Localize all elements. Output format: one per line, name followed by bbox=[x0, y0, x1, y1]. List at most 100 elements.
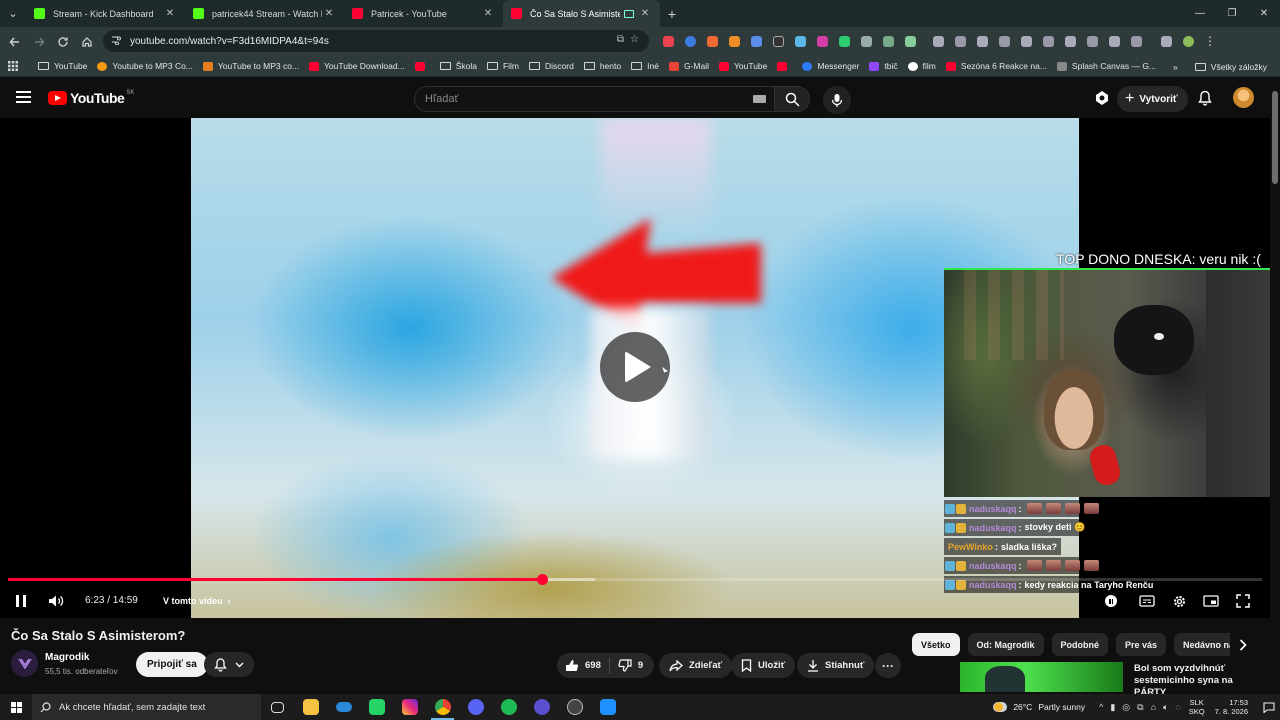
notification-center-icon[interactable] bbox=[1258, 701, 1280, 713]
tray-app-icon[interactable]: ⧉ bbox=[1137, 702, 1143, 713]
bookmark-item[interactable]: Youtube to MP3 Co... bbox=[92, 61, 198, 71]
tab-kick-stream[interactable]: patricek44 Stream - Watch Live ✕ bbox=[185, 0, 344, 27]
close-icon[interactable]: ✕ bbox=[481, 8, 495, 19]
clock[interactable]: 17:53 7. 8. 2026 bbox=[1215, 698, 1248, 716]
search-button[interactable] bbox=[774, 86, 810, 112]
account-avatar[interactable] bbox=[1233, 87, 1254, 108]
profile-avatar-icon[interactable] bbox=[1178, 30, 1198, 52]
close-icon[interactable]: ✕ bbox=[163, 8, 177, 19]
extension-icon[interactable] bbox=[878, 30, 898, 52]
bookmark-item[interactable]: YouTube to MP3 co... bbox=[198, 61, 304, 71]
tab-patricek-youtube[interactable]: Patricek - YouTube ✕ bbox=[344, 0, 503, 27]
big-play-button[interactable] bbox=[600, 332, 670, 402]
chrome-menu-icon[interactable]: ⋮ bbox=[1200, 30, 1220, 52]
reading-list-icon[interactable] bbox=[1156, 30, 1176, 52]
bookmark-folder-discord[interactable]: Discord bbox=[524, 61, 579, 71]
tray-app-icon[interactable]: ◎ bbox=[1122, 702, 1130, 713]
app-purple-icon[interactable] bbox=[525, 694, 558, 720]
bookmark-folder-film[interactable]: Film bbox=[482, 61, 524, 71]
autoplay-toggle[interactable] bbox=[1101, 590, 1121, 612]
bookmark-item[interactable]: film bbox=[903, 61, 941, 71]
bookmark-folder-ine[interactable]: Iné bbox=[626, 61, 664, 71]
chrome-icon[interactable] bbox=[426, 694, 459, 720]
menu-icon[interactable] bbox=[16, 91, 31, 103]
discord-icon[interactable] bbox=[459, 694, 492, 720]
location-icon[interactable] bbox=[1060, 30, 1080, 52]
chapter-button[interactable]: V tomto videu › bbox=[155, 590, 239, 612]
site-info-icon[interactable] bbox=[111, 32, 122, 50]
settings-button[interactable]: HD bbox=[1169, 590, 1189, 612]
bookmark-star-icon[interactable]: ☆ bbox=[630, 34, 639, 45]
task-view-icon[interactable] bbox=[261, 694, 294, 720]
new-tab-button[interactable]: + bbox=[660, 6, 684, 22]
spotify-icon[interactable] bbox=[492, 694, 525, 720]
chips-next-button[interactable] bbox=[1234, 636, 1252, 654]
extension-icon[interactable] bbox=[680, 30, 700, 52]
reload-icon[interactable] bbox=[51, 30, 75, 54]
theater-mode-button[interactable] bbox=[1201, 590, 1221, 612]
extensions-puzzle-icon[interactable] bbox=[900, 30, 920, 52]
minimize-icon[interactable]: — bbox=[1184, 0, 1216, 27]
close-window-icon[interactable]: ✕ bbox=[1248, 0, 1280, 27]
bookmark-item[interactable] bbox=[772, 61, 797, 71]
screenshot-icon[interactable] bbox=[994, 30, 1014, 52]
tray-app-icon[interactable]: ◌ bbox=[1175, 702, 1180, 713]
install-icon[interactable]: ⧉ bbox=[617, 34, 624, 45]
bookmark-folder-skola[interactable]: Škola bbox=[435, 61, 482, 71]
tray-app-icon[interactable]: ▮ bbox=[1110, 702, 1115, 713]
whatsapp-icon[interactable] bbox=[360, 694, 393, 720]
weather-widget[interactable]: 26°C Partly sunny bbox=[993, 702, 1085, 712]
taskbar-search[interactable]: Ak chcete hľadať, sem zadajte text bbox=[32, 694, 261, 720]
video-player[interactable]: TOP DONO DNESKA: veru nik :( naduskaqq :… bbox=[0, 118, 1270, 618]
bookmark-item[interactable]: YouTube bbox=[714, 61, 772, 71]
download-icon[interactable] bbox=[1038, 30, 1058, 52]
extension-icon[interactable] bbox=[724, 30, 744, 52]
all-bookmarks-button[interactable]: Všetky záložky bbox=[1190, 62, 1272, 72]
chip-recently-uploaded[interactable]: Nedávno nahraté bbox=[1174, 633, 1230, 656]
download-button[interactable]: Stiahnuť bbox=[797, 653, 875, 678]
join-button[interactable]: Pripojiť sa bbox=[136, 652, 208, 677]
chip-related[interactable]: Podobné bbox=[1051, 633, 1109, 656]
extension-icon[interactable] bbox=[768, 30, 788, 52]
extension-icon[interactable] bbox=[1016, 30, 1036, 52]
page-scrollbar[interactable] bbox=[1270, 77, 1280, 694]
bookmark-item[interactable]: Messenger bbox=[797, 61, 864, 71]
instagram-icon[interactable] bbox=[393, 694, 426, 720]
start-button[interactable] bbox=[0, 694, 32, 720]
save-button[interactable]: Uložiť bbox=[731, 653, 796, 678]
recommended-video-thumbnail[interactable] bbox=[960, 662, 1123, 692]
chip-all[interactable]: Všetko bbox=[912, 633, 960, 656]
chip-for-you[interactable]: Pre vás bbox=[1116, 633, 1167, 656]
translate-icon[interactable] bbox=[1082, 30, 1102, 52]
app-blue-icon[interactable] bbox=[591, 694, 624, 720]
chip-from-channel[interactable]: Od: Magrodik bbox=[967, 633, 1044, 656]
bookmark-item[interactable] bbox=[410, 61, 435, 71]
keyboard-icon[interactable] bbox=[753, 95, 766, 103]
search-input[interactable] bbox=[425, 93, 725, 105]
like-button[interactable]: 698 bbox=[557, 653, 609, 678]
extension-icon[interactable] bbox=[834, 30, 854, 52]
progress-bar[interactable] bbox=[8, 574, 1262, 585]
restore-icon[interactable]: ❐ bbox=[1216, 0, 1248, 27]
bookmark-folder-youtube[interactable]: YouTube bbox=[33, 61, 92, 71]
extension-icon[interactable] bbox=[790, 30, 810, 52]
youtube-logo[interactable]: YouTube SK bbox=[48, 90, 134, 106]
address-bar[interactable]: youtube.com/watch?v=F3d16MIDPA4&t=94s ⧉ … bbox=[103, 30, 649, 52]
subtitles-button[interactable] bbox=[1137, 590, 1157, 612]
forward-icon[interactable] bbox=[27, 30, 51, 54]
create-button[interactable]: + Vytvoriť bbox=[1117, 86, 1188, 112]
tab-active-video[interactable]: Čo Sa Stalo S Asimisterom? ✕ bbox=[503, 0, 660, 27]
studio-icon[interactable] bbox=[1093, 89, 1111, 107]
channel-name[interactable]: Magrodik bbox=[45, 652, 89, 663]
card-icon[interactable] bbox=[1104, 30, 1124, 52]
speaker-icon[interactable]: 🔈︎ bbox=[1163, 702, 1168, 713]
bookmark-item[interactable]: tbič bbox=[864, 61, 902, 71]
language-indicator[interactable]: SLK SKQ bbox=[1189, 698, 1205, 716]
link-icon[interactable] bbox=[972, 30, 992, 52]
bookmark-item[interactable]: Sezóna 6 Reakce na... bbox=[941, 61, 1052, 71]
home-icon[interactable] bbox=[75, 30, 99, 54]
close-icon[interactable]: ✕ bbox=[638, 8, 652, 19]
dislike-button[interactable]: 9 bbox=[610, 653, 651, 678]
extension-icon[interactable] bbox=[658, 30, 678, 52]
close-icon[interactable]: ✕ bbox=[322, 8, 336, 19]
